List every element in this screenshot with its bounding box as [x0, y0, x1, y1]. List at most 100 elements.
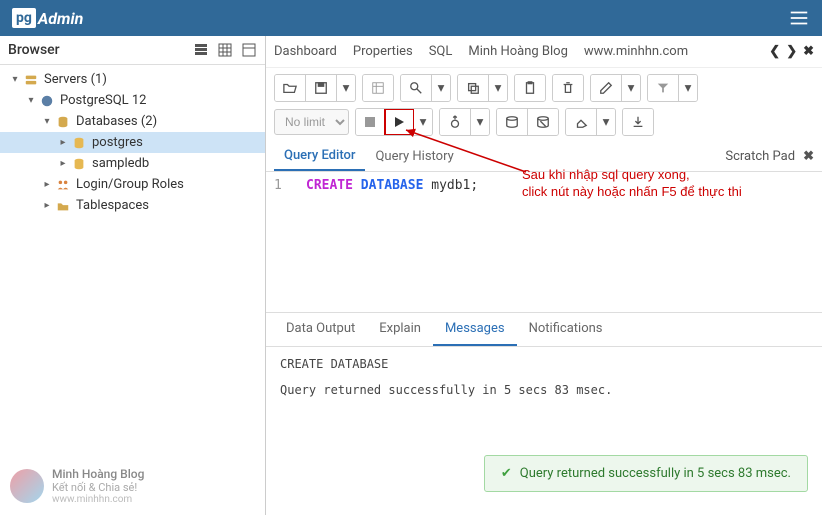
elephant-icon — [38, 94, 56, 108]
logo-suffix: Admin — [38, 9, 83, 28]
db-gold-icon — [70, 157, 88, 171]
tree-label: PostgreSQL 12 — [60, 93, 146, 108]
tree-toggle-icon[interactable]: ▾ — [8, 74, 22, 85]
browser-sidebar: Browser ▾ Servers (1) ▾ PostgreSQL 12 ▾ Datab… — [0, 36, 266, 515]
sql-code: CREATE DATABASE mydb1; — [306, 178, 478, 193]
filter-dropdown[interactable]: ▾ — [679, 75, 697, 101]
server-icon — [22, 73, 40, 87]
query-toolbar-row2: No limit ▾ ▾ ▾ — [266, 108, 822, 142]
edit-dropdown[interactable]: ▾ — [622, 75, 640, 101]
keyword-database: DATABASE — [361, 178, 424, 193]
sidebar-sql-icon[interactable] — [241, 42, 257, 58]
tab-blog[interactable]: Minh Hoàng Blog — [468, 40, 568, 63]
save-button[interactable] — [306, 75, 337, 101]
top-tab-bar: Dashboard Properties SQL Minh Hoàng Blog… — [266, 36, 822, 68]
tab-dashboard[interactable]: Dashboard — [274, 40, 337, 63]
tree-toggle-icon[interactable]: ▾ — [40, 116, 54, 127]
find-dropdown[interactable]: ▾ — [432, 75, 450, 101]
tree-label: Login/Group Roles — [76, 177, 184, 192]
annotation-line1: Sau khi nhập sql query xong, — [522, 167, 742, 184]
roles-icon — [54, 178, 72, 192]
tree-item-postgresql-12[interactable]: ▾ PostgreSQL 12 — [0, 90, 265, 111]
keyword-create: CREATE — [306, 178, 353, 193]
app-logo: pg Admin — [12, 8, 83, 28]
result-tabs: Data Output Explain Messages Notificatio… — [266, 312, 822, 347]
sidebar-header: Browser — [0, 36, 265, 65]
paste-button[interactable] — [515, 75, 545, 101]
annotation-line2: click nút này hoặc nhấn F5 để thực thi — [522, 184, 742, 201]
tree-item-databases-2-[interactable]: ▾ Databases (2) — [0, 111, 265, 132]
tree-label: sampledb — [92, 156, 149, 171]
logo-prefix: pg — [12, 8, 36, 28]
hamburger-menu[interactable] — [788, 7, 810, 29]
clear-dropdown[interactable]: ▾ — [597, 109, 615, 135]
footer-logo-icon — [10, 469, 44, 503]
tab-prev-icon[interactable]: ❮ — [769, 44, 780, 59]
open-file-button[interactable] — [275, 75, 306, 101]
row-limit-select[interactable]: No limit — [274, 109, 349, 135]
scratch-pad-close-icon[interactable]: ✖ — [803, 149, 814, 164]
tree-toggle-icon[interactable]: ▾ — [24, 95, 38, 106]
find-button[interactable] — [401, 75, 432, 101]
tree-label: Databases (2) — [76, 114, 157, 129]
message-line2: Query returned successfully in 5 secs 83… — [280, 383, 808, 397]
clear-button[interactable] — [566, 109, 597, 135]
db-gold-icon — [70, 136, 88, 150]
tree-toggle-icon[interactable]: ▸ — [40, 179, 54, 190]
footer-line1: Minh Hoàng Blog — [52, 467, 144, 481]
tab-close-icon[interactable]: ✖ — [803, 44, 814, 59]
scratch-pad-label: Scratch Pad — [725, 149, 795, 164]
annotation-arrow-icon — [396, 124, 536, 176]
app-header: pg Admin — [0, 0, 822, 36]
copy-dropdown[interactable]: ▾ — [489, 75, 507, 101]
sidebar-properties-icon[interactable] — [193, 42, 209, 58]
tab-properties[interactable]: Properties — [353, 40, 413, 63]
tree-toggle-icon[interactable]: ▸ — [56, 137, 70, 148]
filter-button[interactable] — [648, 75, 679, 101]
tree-toggle-icon[interactable]: ▸ — [40, 200, 54, 211]
tree-item-servers-1-[interactable]: ▾ Servers (1) — [0, 69, 265, 90]
sidebar-grid-icon[interactable] — [217, 42, 233, 58]
tab-www[interactable]: www.minhhn.com — [584, 40, 688, 63]
sidebar-footer: Minh Hoàng Blog Kết nối & Chia sẻ! www.m… — [0, 457, 265, 515]
tab-query-editor[interactable]: Query Editor — [274, 142, 365, 171]
tab-next-icon[interactable]: ❯ — [786, 44, 797, 59]
tab-messages[interactable]: Messages — [433, 313, 517, 346]
delete-button[interactable] — [553, 75, 583, 101]
tab-explain[interactable]: Explain — [367, 313, 433, 346]
tree-item-login-group-roles[interactable]: ▸ Login/Group Roles — [0, 174, 265, 195]
tree-item-sampledb[interactable]: ▸ sampledb — [0, 153, 265, 174]
sidebar-title: Browser — [8, 42, 60, 58]
line-number: 1 — [274, 178, 282, 193]
stop-button[interactable] — [356, 109, 385, 135]
sql-editor[interactable]: 1 CREATE DATABASE mydb1; Sau khi nhập sq… — [266, 172, 822, 312]
footer-line2: Kết nối & Chia sẻ! — [52, 481, 144, 494]
tab-notifications[interactable]: Notifications — [517, 313, 615, 346]
db-icon — [54, 115, 72, 129]
footer-line3: www.minhhn.com — [52, 494, 144, 505]
content-area: Dashboard Properties SQL Minh Hoàng Blog… — [266, 36, 822, 515]
tab-sql[interactable]: SQL — [429, 40, 453, 63]
edit-button[interactable] — [591, 75, 622, 101]
message-line1: CREATE DATABASE — [280, 357, 808, 371]
tablespace-icon — [54, 199, 72, 213]
tree-label: postgres — [92, 135, 143, 150]
tree-label: Tablespaces — [76, 198, 149, 213]
identifier: mydb1; — [431, 178, 478, 193]
query-toolbar-row1: ▾ ▾ ▾ ▾ — [266, 68, 822, 108]
save-dropdown[interactable]: ▾ — [337, 75, 355, 101]
tree-toggle-icon[interactable]: ▸ — [56, 158, 70, 169]
edit-grid-button[interactable] — [363, 75, 393, 101]
object-tree: ▾ Servers (1) ▾ PostgreSQL 12 ▾ Databases (2)… — [0, 65, 265, 457]
tree-item-tablespaces[interactable]: ▸ Tablespaces — [0, 195, 265, 216]
copy-button[interactable] — [458, 75, 489, 101]
tree-item-postgres[interactable]: ▸ postgres — [0, 132, 265, 153]
annotation-text: Sau khi nhập sql query xong, click nút n… — [522, 167, 742, 201]
tab-data-output[interactable]: Data Output — [274, 313, 367, 346]
success-toast: ✔ Query returned successfully in 5 secs … — [484, 455, 808, 492]
tree-label: Servers (1) — [44, 72, 107, 87]
success-text: Query returned successfully in 5 secs 83… — [520, 466, 791, 481]
check-icon: ✔ — [501, 466, 512, 481]
messages-panel: CREATE DATABASE Query returned successfu… — [266, 347, 822, 447]
download-button[interactable] — [623, 109, 653, 135]
